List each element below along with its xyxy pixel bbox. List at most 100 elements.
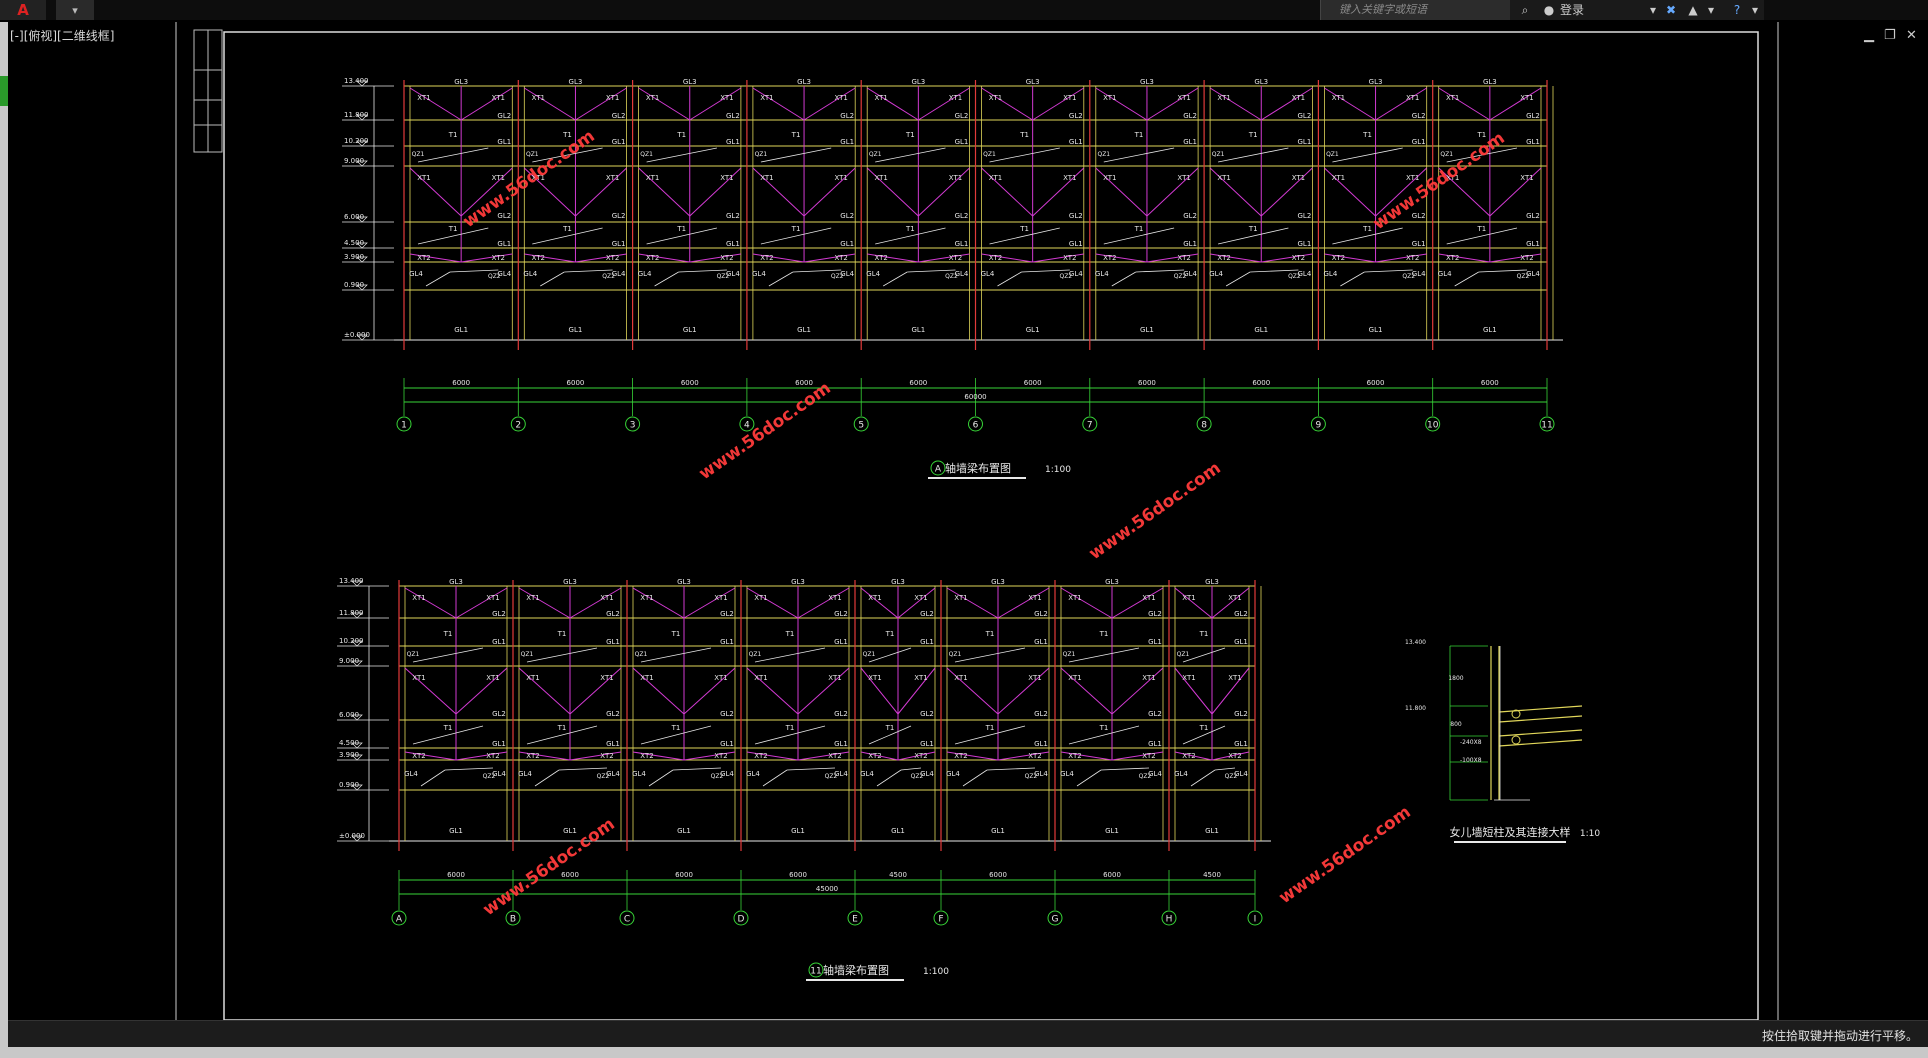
dim-label: 6000: [1024, 379, 1042, 387]
login-button[interactable]: 登录: [1560, 0, 1600, 20]
level-label: ±0.000: [344, 331, 370, 339]
label-gl1: GL1: [606, 740, 620, 748]
label-xt2: XT2: [1177, 254, 1190, 262]
exchange-icon[interactable]: ✖: [1662, 0, 1680, 20]
label-gl2: GL2: [1234, 710, 1248, 718]
label-gl1: GL1: [1069, 138, 1083, 146]
watermark-text: www.56doc.com: [1275, 802, 1414, 908]
window-line: [754, 647, 826, 663]
label-gl1: GL1: [606, 638, 620, 646]
search-input[interactable]: 键入关键字或短语: [1320, 0, 1510, 20]
application-menu-button[interactable]: A: [0, 0, 46, 20]
label-xt2: XT2: [914, 752, 927, 760]
label-xt1: XT1: [714, 594, 727, 602]
label-gl1: GL1: [797, 326, 811, 334]
axis-label: 5: [858, 421, 864, 431]
label-gl2: GL2: [1148, 710, 1162, 718]
door-line: [1225, 271, 1251, 287]
label-xt1: XT1: [989, 94, 1002, 102]
label-gl1: GL1: [497, 240, 511, 248]
label-gl1: GL1: [1148, 740, 1162, 748]
label-t1: T1: [676, 225, 686, 233]
window-line: [526, 647, 598, 663]
label-t1: T1: [1248, 225, 1258, 233]
quick-access-toolbar-button[interactable]: ▾: [56, 0, 94, 20]
label-xt2: XT2: [532, 254, 545, 262]
door-line: [449, 269, 499, 273]
dropdown-arrow-icon[interactable]: ▾: [1646, 0, 1660, 20]
label-xt2: XT2: [720, 254, 733, 262]
label-gl1: GL1: [726, 138, 740, 146]
label-xt1: XT1: [1228, 594, 1241, 602]
label-xt1: XT1: [1182, 674, 1195, 682]
label-xt1: XT1: [412, 594, 425, 602]
label-gl3: GL3: [1369, 78, 1383, 86]
detail-bolt: [1511, 735, 1521, 745]
door-line: [654, 271, 679, 287]
left-edge-panel: [0, 22, 8, 1058]
label-gl2: GL2: [606, 710, 620, 718]
window-line: [646, 147, 717, 163]
user-icon[interactable]: ●: [1540, 0, 1558, 20]
label-gl2: GL2: [1234, 610, 1248, 618]
drawing-canvas[interactable]: GL3 XT1 XT1 GL2 T1 GL1 QZ1 XT1 XT1 GL2 T1 GL1 XT2 XT2…: [8, 22, 1920, 1022]
label-xt2: XT2: [417, 254, 430, 262]
detail-dim-label: 800: [1450, 721, 1462, 728]
help-icon[interactable]: ?: [1728, 0, 1746, 20]
door-line: [792, 269, 842, 273]
connect-icon[interactable]: ▲: [1684, 0, 1702, 20]
door-line: [962, 769, 988, 787]
label-xt1: XT1: [828, 594, 841, 602]
parapet-detail: 13.400 11.800 1800 800 -240X8 -100X8 女儿墙短柱及其连接…: [1405, 639, 1600, 843]
label-gl2: GL2: [834, 610, 848, 618]
axis-label: 11: [1541, 421, 1552, 431]
dropdown-arrow-icon[interactable]: ▾: [1748, 0, 1762, 20]
label-xt2: XT2: [1228, 752, 1241, 760]
door-line: [1250, 269, 1299, 273]
detail-scale: 1:10: [1580, 829, 1600, 839]
drawing-scale: 1:100: [1045, 465, 1071, 475]
detail-level-label: 13.400: [1405, 639, 1426, 646]
brace-line: [1060, 587, 1113, 619]
label-xt1: XT1: [1182, 594, 1195, 602]
label-t1: T1: [1199, 630, 1209, 638]
axis-label: 6: [973, 421, 979, 431]
label-gl2: GL2: [1298, 212, 1312, 220]
label-gl4: GL4: [1324, 270, 1338, 278]
label-xt1: XT1: [606, 94, 619, 102]
label-gl3: GL3: [563, 578, 577, 586]
label-gl2: GL2: [606, 610, 620, 618]
label-gl2: GL2: [1183, 112, 1197, 120]
label-gl2: GL2: [840, 112, 854, 120]
label-gl2: GL2: [492, 710, 506, 718]
label-gl1: GL1: [726, 240, 740, 248]
label-xt1: XT1: [760, 174, 773, 182]
viewport-controls[interactable]: [-][俯视][二维线框]: [10, 27, 114, 44]
close-icon[interactable]: ✕: [1906, 28, 1917, 43]
label-gl2: GL2: [726, 212, 740, 220]
label-gl4: GL4: [746, 770, 760, 778]
watermark-text: www.56doc.com: [1085, 458, 1224, 564]
label-gl4: GL4: [409, 270, 423, 278]
level-label: 10.200: [339, 637, 364, 645]
dim-label: 6000: [1481, 379, 1499, 387]
label-gl2: GL2: [1034, 610, 1048, 618]
level-label: 4.500: [339, 739, 359, 747]
brace-line: [1438, 87, 1491, 121]
minimize-icon[interactable]: ▁: [1864, 28, 1874, 43]
restore-icon[interactable]: ❐: [1884, 28, 1896, 43]
dropdown-arrow-icon[interactable]: ▾: [1704, 0, 1718, 20]
door-line: [997, 271, 1022, 287]
label-gl2: GL2: [955, 212, 969, 220]
elevation-a: GL3 XT1 XT1 GL2 T1 GL1 QZ1 XT1 XT1 GL2 T1 GL1 XT2 XT2…: [342, 77, 1563, 479]
label-t1: T1: [562, 225, 572, 233]
window-line: [640, 647, 712, 663]
label-gl2: GL2: [612, 112, 626, 120]
label-xt1: XT1: [1028, 594, 1041, 602]
binoculars-icon[interactable]: ⌕: [1516, 0, 1534, 20]
label-t1: T1: [791, 131, 801, 139]
label-gl4: GL4: [1174, 770, 1188, 778]
brace-line: [1095, 87, 1148, 121]
label-xt1: XT1: [600, 594, 613, 602]
level-label: 3.900: [339, 751, 359, 759]
